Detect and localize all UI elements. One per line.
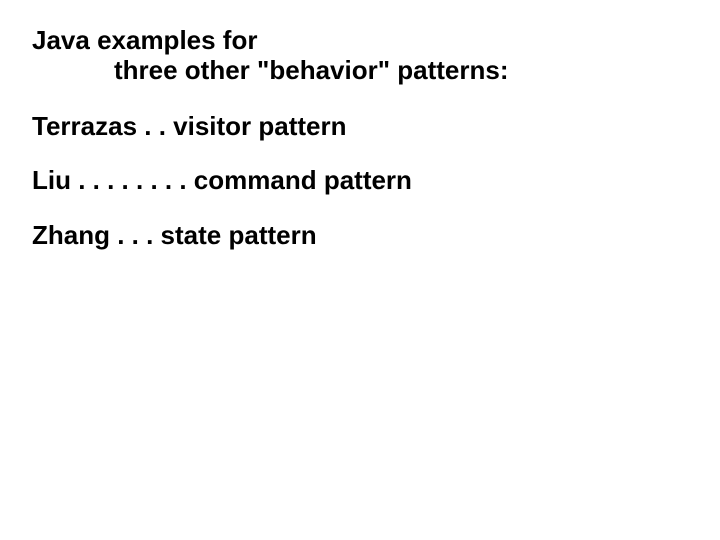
list-item: Zhang . . . state pattern bbox=[32, 221, 690, 250]
entry-text: Zhang . . . state pattern bbox=[32, 220, 317, 250]
slide: Java examples for three other "behavior"… bbox=[0, 0, 720, 540]
entry-text: Liu . . . . . . . . command pattern bbox=[32, 165, 412, 195]
list-item: Liu . . . . . . . . command pattern bbox=[32, 166, 690, 195]
title-line-1: Java examples for bbox=[32, 25, 257, 55]
list-item: Terrazas . . visitor pattern bbox=[32, 112, 690, 141]
slide-title: Java examples for three other "behavior"… bbox=[32, 26, 690, 86]
entry-text: Terrazas . . visitor pattern bbox=[32, 111, 347, 141]
title-line-2: three other "behavior" patterns: bbox=[32, 56, 690, 86]
